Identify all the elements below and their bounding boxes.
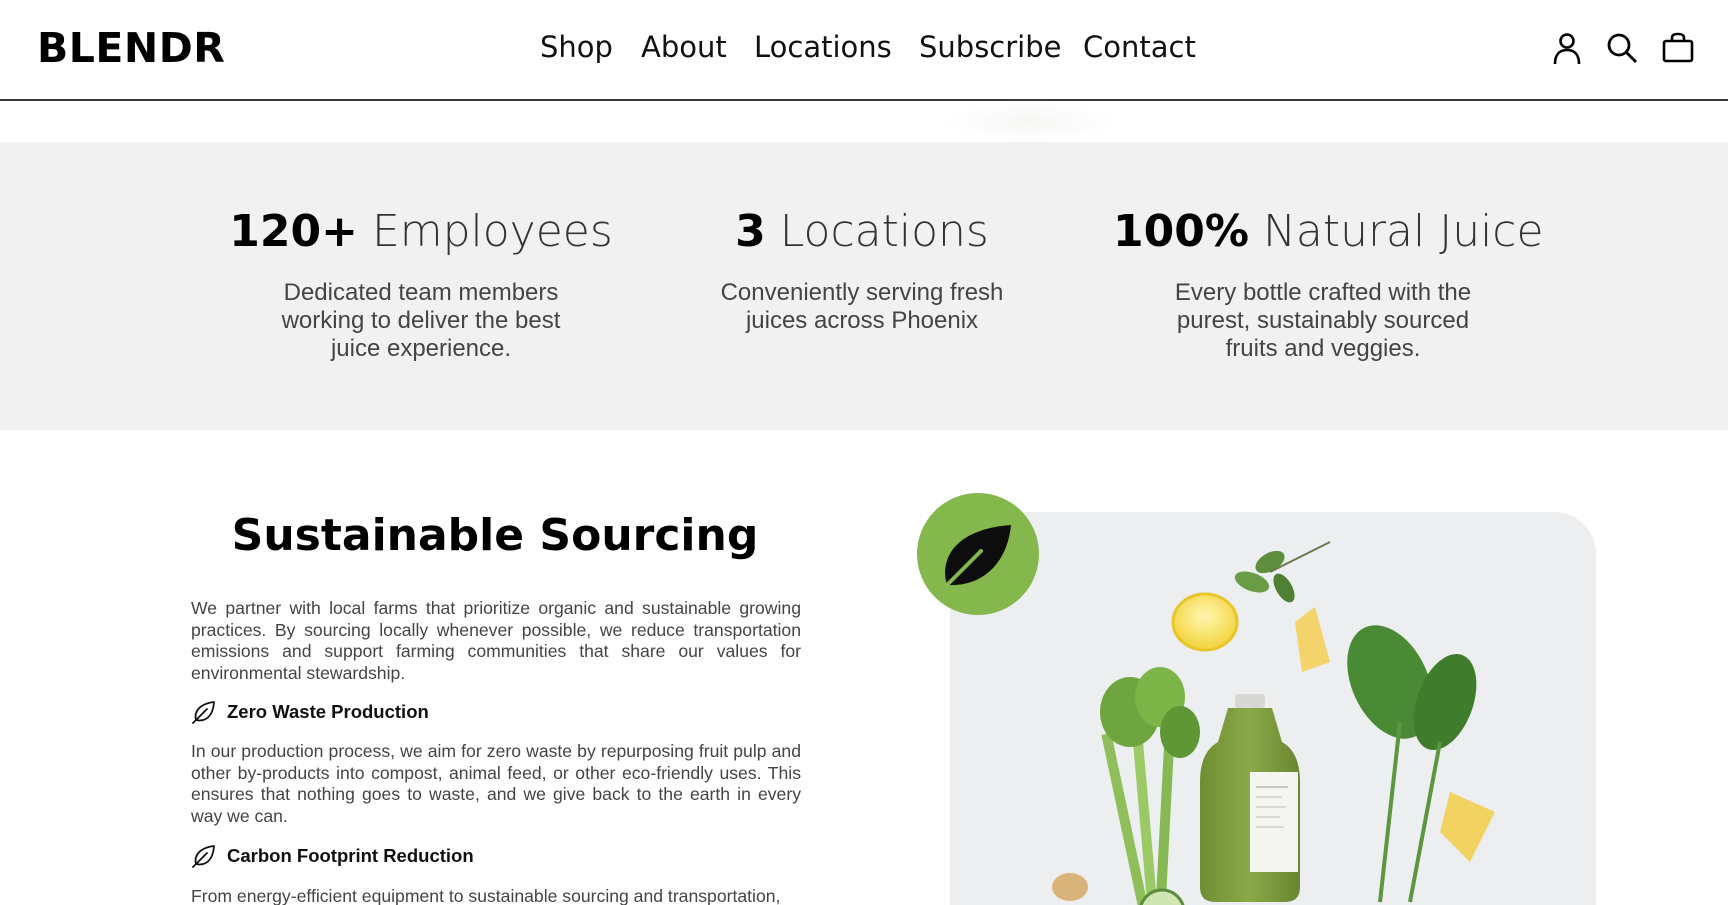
stats-band: 120+ Employees Dedicated team members wo… <box>0 142 1728 430</box>
stat-label: Employees <box>371 206 613 257</box>
nav-about[interactable]: About <box>641 30 727 64</box>
juice-ingredients-photo <box>950 512 1596 905</box>
juice-bottle <box>1200 694 1300 902</box>
search-icon[interactable] <box>1604 30 1640 66</box>
celery <box>1100 667 1200 905</box>
stat-natural-juice: 100% Natural Juice Every bottle crafted … <box>1113 206 1544 363</box>
stat-number: 100% <box>1113 206 1249 257</box>
nav-locations[interactable]: Locations <box>754 30 892 64</box>
nav-subscribe[interactable]: Subscribe <box>919 30 1061 64</box>
pineapple-chunk <box>1440 792 1495 862</box>
site-header: BLENDR Shop About Locations Subscribe Co… <box>0 0 1728 101</box>
stat-description: Conveniently serving fresh juices across… <box>720 279 1004 334</box>
account-icon[interactable] <box>1549 30 1585 66</box>
leaf-badge <box>917 493 1039 615</box>
ginger <box>1052 873 1088 901</box>
stat-number: 3 <box>735 206 766 257</box>
stat-label: Locations <box>779 206 989 257</box>
leaf-icon <box>943 525 1011 589</box>
feature-heading-zero-waste: Zero Waste Production <box>191 698 429 726</box>
sourcing-intro: We partner with local farms that priorit… <box>191 598 801 683</box>
leaf-icon <box>192 845 215 868</box>
stat-number: 120+ <box>229 206 358 257</box>
feature-heading-carbon: Carbon Footprint Reduction <box>191 842 474 870</box>
stat-heading: 3 Locations <box>652 206 1072 257</box>
stat-heading: 100% Natural Juice <box>1113 206 1544 257</box>
section-title: Sustainable Sourcing <box>231 510 759 561</box>
leaf-icon <box>192 701 215 724</box>
nav-shop[interactable]: Shop <box>540 30 613 64</box>
feature-text-carbon: From energy-efficient equipment to susta… <box>191 886 781 905</box>
feature-text-zero-waste: In our production process, we aim for ze… <box>191 741 801 826</box>
feature-title: Zero Waste Production <box>227 701 429 722</box>
stat-heading: 120+ Employees <box>211 206 631 257</box>
stat-label: Natural Juice <box>1262 206 1544 257</box>
feature-title: Carbon Footprint Reduction <box>227 845 474 866</box>
main-nav: Shop About Locations Subscribe Contact <box>0 30 1728 74</box>
stat-locations: 3 Locations Conveniently serving fresh j… <box>652 206 1072 335</box>
mint-leaves <box>1234 541 1331 603</box>
cart-icon[interactable] <box>1660 30 1696 66</box>
nav-contact[interactable]: Contact <box>1083 30 1196 64</box>
decorative-blob <box>940 102 1120 142</box>
spinach <box>1347 625 1477 903</box>
lemon-half <box>1171 592 1239 652</box>
stat-description: Every bottle crafted with the purest, su… <box>1174 279 1472 362</box>
stat-employees: 120+ Employees Dedicated team members wo… <box>211 206 631 363</box>
ingredients-illustration <box>1052 541 1495 905</box>
pineapple-wedge <box>1295 607 1330 672</box>
stat-description: Dedicated team members working to delive… <box>281 279 561 362</box>
